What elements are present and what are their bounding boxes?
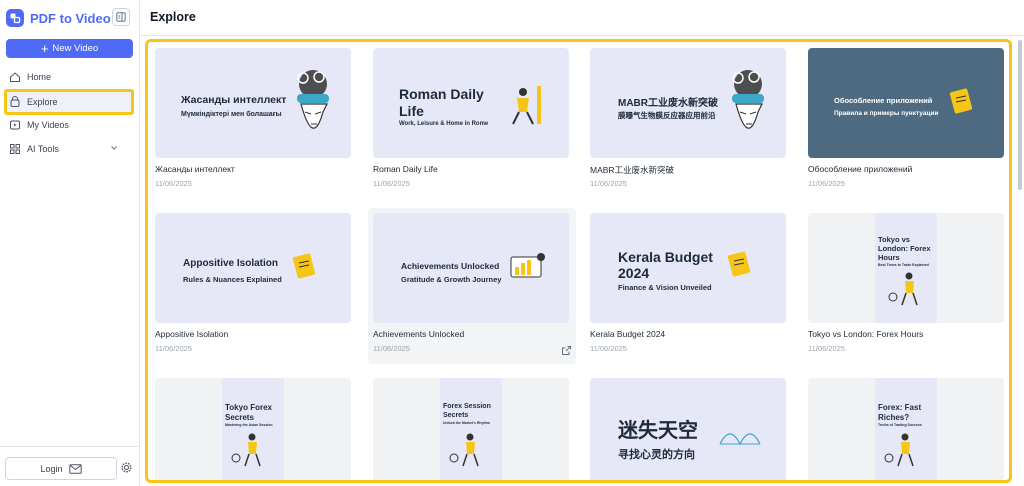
video-card[interactable]: Forex Session Secrets Unlock the Market'… — [373, 378, 571, 480]
video-thumbnail[interactable]: MABR工业废水新突破 膜曝气生物膜反应器应用前沿 — [590, 48, 786, 158]
card-title: Achievements Unlocked — [373, 329, 465, 339]
brand[interactable]: PDF to Video — [6, 8, 134, 28]
card-title: MABR工业废水新突破 — [590, 165, 675, 175]
main-header: Explore — [140, 0, 1024, 36]
new-video-button[interactable]: + New Video — [6, 39, 133, 58]
card-title: Жасанды интеллект — [155, 164, 235, 174]
trader-illustration — [888, 272, 918, 306]
video-thumbnail[interactable]: Tokyo vs London: Forex Hours Best Times … — [808, 213, 1004, 323]
person-illustration — [512, 86, 541, 125]
page-title: Explore — [150, 10, 196, 24]
card-title: Обособление приложений — [808, 164, 913, 174]
app-logo-icon — [6, 9, 24, 27]
video-thumbnail[interactable]: Forex Session Secrets Unlock the Market'… — [373, 378, 569, 480]
share-icon[interactable] — [561, 345, 572, 356]
sidebar-item-ai-tools[interactable]: AI Tools — [4, 138, 134, 160]
video-card[interactable]: Forex: Fast Riches? Truths of Trading Su… — [808, 378, 1006, 480]
video-card[interactable]: Kerala Budget 2024 Finance & Vision Unve… — [590, 213, 788, 363]
document-illustration — [949, 88, 973, 114]
video-thumbnail[interactable]: Tokyo Forex Secrets Mastering the Asian … — [155, 378, 351, 480]
bridge-illustration — [719, 433, 761, 446]
portrait-panel: Tokyo Forex Secrets Mastering the Asian … — [222, 378, 284, 480]
card-title: Appositive Isolation — [155, 329, 229, 339]
chevron-down-icon[interactable] — [110, 144, 118, 152]
sidebar-item-home[interactable]: Home — [4, 66, 134, 88]
explore-icon — [10, 96, 20, 107]
trader-illustration — [884, 433, 914, 467]
video-card[interactable]: Roman Daily Life Work, Leisure & Home in… — [373, 48, 571, 198]
sidebar-item-label: AI Tools — [27, 144, 59, 154]
document-illustration — [292, 253, 316, 279]
video-thumbnail[interactable]: 迷失天空 寻找心灵的方向 — [590, 378, 786, 480]
video-card[interactable]: Жасанды интеллект Мүмкіндіктері мен бола… — [155, 48, 353, 198]
sidebar-item-label: My Videos — [27, 120, 69, 130]
dashboard-illustration — [510, 253, 545, 278]
login-label: Login — [40, 463, 63, 474]
video-thumbnail[interactable]: Forex: Fast Riches? Truths of Trading Su… — [808, 378, 1004, 480]
sidebar: PDF to Video + New Video Home Explore My… — [0, 0, 140, 486]
statue-head-illustration — [297, 70, 329, 129]
video-card[interactable]: Обособление приложений Правила и примеры… — [808, 48, 1006, 198]
portrait-panel: Forex Session Secrets Unlock the Market'… — [440, 378, 502, 480]
video-thumbnail[interactable]: Kerala Budget 2024 Finance & Vision Unve… — [590, 213, 786, 323]
video-card[interactable]: Tokyo vs London: Forex Hours Best Times … — [808, 213, 1006, 363]
document-illustration — [727, 251, 751, 277]
ai-tools-icon — [10, 144, 20, 154]
sidebar-toggle-icon — [116, 12, 126, 22]
card-title: Kerala Budget 2024 — [590, 329, 666, 339]
mail-icon — [68, 463, 82, 474]
card-date: 11/06/2025 — [373, 344, 410, 353]
card-date: 11/06/2025 — [590, 344, 627, 353]
card-date: 11/06/2025 — [590, 179, 627, 188]
sidebar-item-label: Explore — [27, 97, 58, 107]
app-name: PDF to Video — [30, 10, 111, 26]
plus-icon: + — [40, 41, 49, 56]
video-thumbnail[interactable]: Жасанды интеллект Мүмкіндіктері мен бола… — [155, 48, 351, 158]
video-card[interactable]: 迷失天空 寻找心灵的方向 — [590, 378, 788, 480]
card-date: 11/06/2025 — [808, 344, 845, 353]
sidebar-item-explore[interactable]: Explore — [4, 89, 134, 115]
my-videos-icon — [10, 120, 20, 130]
trader-illustration — [449, 433, 479, 467]
trader-illustration — [231, 433, 261, 467]
login-button[interactable]: Login — [5, 457, 117, 480]
sidebar-collapse-button[interactable] — [112, 8, 130, 26]
card-date: 11/06/2025 — [373, 179, 410, 188]
video-card[interactable]: MABR工业废水新突破 膜曝气生物膜反应器应用前沿 MABR工业废水新突破 11… — [590, 48, 788, 198]
new-video-label: New Video — [52, 43, 99, 54]
video-thumbnail[interactable]: Achievements Unlocked Gratitude & Growth… — [373, 213, 569, 323]
card-date: 11/06/2025 — [155, 179, 192, 188]
explore-grid: Жасанды интеллект Мүмкіндіктері мен бола… — [145, 39, 1012, 483]
portrait-panel: Forex: Fast Riches? Truths of Trading Su… — [875, 378, 937, 480]
card-date: 11/06/2025 — [155, 344, 192, 353]
card-title: Roman Daily Life — [373, 164, 438, 174]
video-card[interactable]: Achievements Unlocked Gratitude & Growth… — [368, 208, 576, 364]
scrollbar-thumb[interactable] — [1018, 40, 1022, 190]
sidebar-item-label: Home — [27, 72, 52, 82]
video-thumbnail[interactable]: Roman Daily Life Work, Leisure & Home in… — [373, 48, 569, 158]
video-thumbnail[interactable]: Обособление приложений Правила и примеры… — [808, 48, 1004, 158]
video-card[interactable]: Tokyo Forex Secrets Mastering the Asian … — [155, 378, 353, 480]
card-date: 11/06/2025 — [808, 179, 845, 188]
video-card[interactable]: Appositive Isolation Rules & Nuances Exp… — [155, 213, 353, 363]
portrait-panel: Tokyo vs London: Forex Hours Best Times … — [875, 213, 937, 323]
statue-head-illustration — [732, 70, 764, 129]
sidebar-item-my-videos[interactable]: My Videos — [4, 114, 134, 136]
home-icon — [10, 72, 20, 82]
video-thumbnail[interactable]: Appositive Isolation Rules & Nuances Exp… — [155, 213, 351, 323]
card-title: Tokyo vs London: Forex Hours — [808, 329, 924, 339]
sidebar-footer: Login — [0, 446, 140, 486]
gear-icon[interactable] — [121, 462, 132, 473]
